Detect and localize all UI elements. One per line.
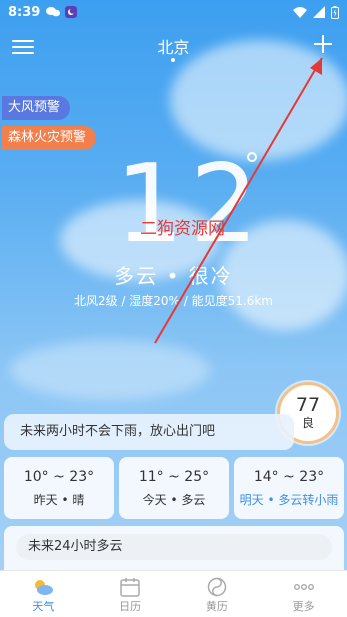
city-name[interactable]: 北京 <box>0 34 347 58</box>
almanac-icon <box>207 577 227 597</box>
bottom-tab-bar: 天气 日历 黄历 更多 <box>0 570 347 617</box>
current-temperature: 12 <box>115 150 265 260</box>
forecast-desc: 今天 • 多云 <box>142 493 206 507</box>
forecast-range: 14° ~ 23° <box>253 469 325 485</box>
tab-label: 天气 <box>32 600 55 613</box>
forecast-card-yesterday[interactable]: 10° ~ 23° 昨天 • 晴 <box>4 457 114 519</box>
signal-icon <box>313 6 325 18</box>
page-indicator-dot <box>171 58 175 62</box>
aqi-value: 77 <box>295 394 321 416</box>
hourly-panel: 未来24小时多云 <box>4 526 344 576</box>
battery-icon <box>331 5 339 19</box>
more-icon <box>293 583 314 590</box>
status-time: 8:39 <box>8 4 41 20</box>
temperature-value: 12 <box>115 142 265 267</box>
forecast-desc: 昨天 • 晴 <box>33 493 85 507</box>
wifi-icon <box>293 7 307 18</box>
forecast-card-today[interactable]: 11° ~ 25° 今天 • 多云 <box>119 457 229 519</box>
calendar-icon <box>120 578 140 597</box>
tab-label: 更多 <box>292 600 315 613</box>
weather-condition: 多云 • 很冷 <box>114 264 233 288</box>
add-city-button[interactable] <box>311 32 335 56</box>
weather-icon <box>35 580 54 595</box>
cloud-decoration <box>10 340 210 400</box>
tab-almanac[interactable]: 黄历 <box>174 571 261 617</box>
forecast-card-tomorrow[interactable]: 14° ~ 23° 明天 • 多云转小雨 <box>234 457 344 519</box>
forecast-cards: 10° ~ 23° 昨天 • 晴 11° ~ 25° 今天 • 多云 14° ~… <box>4 457 344 519</box>
forecast-range: 10° ~ 23° <box>23 469 95 485</box>
forecast-desc: 明天 • 多云转小雨 <box>239 493 339 507</box>
tab-weather[interactable]: 天气 <box>0 571 87 617</box>
rain-notice[interactable]: 未来两小时不会下雨，放心出门吧 <box>4 414 294 450</box>
summary-24h[interactable]: 未来24小时多云 <box>16 534 332 560</box>
tab-label: 日历 <box>119 600 142 613</box>
chat-app-icon <box>46 7 61 17</box>
wind-alert-badge[interactable]: 大风预警 <box>2 96 71 120</box>
watermark-text: 二狗资源网 <box>140 219 225 239</box>
tab-more[interactable]: 更多 <box>260 571 347 617</box>
forest-fire-alert-badge[interactable]: 森林火灾预警 <box>2 126 97 150</box>
top-bar: 北京 <box>0 30 347 66</box>
status-bar: 8:39 <box>0 0 347 24</box>
forecast-range: 11° ~ 25° <box>138 469 210 485</box>
tab-calendar[interactable]: 日历 <box>87 571 174 617</box>
weather-details: 北风2级 / 湿度20% / 能见度51.6km <box>73 294 273 308</box>
moon-app-icon <box>65 6 78 18</box>
tab-label: 黄历 <box>205 600 228 613</box>
degree-symbol <box>247 152 257 162</box>
